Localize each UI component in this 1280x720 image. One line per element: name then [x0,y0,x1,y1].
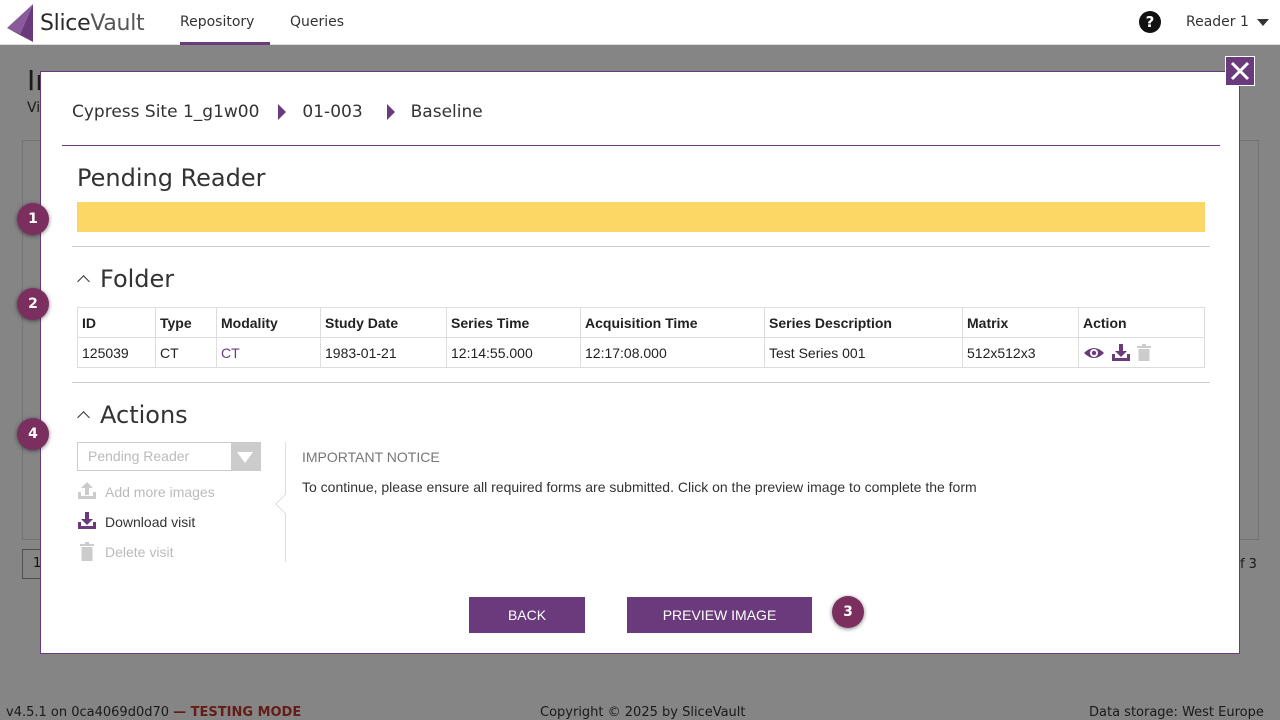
logo-icon [7,4,33,42]
divider [72,382,1210,383]
logo-text: SliceVault [40,10,145,36]
table-header-row: ID Type Modality Study Date Series Time … [77,307,1205,338]
actions-section-title: Actions [100,401,188,429]
breadcrumb-subject[interactable]: 01-003 [302,102,362,122]
breadcrumb-separator-icon [386,104,395,120]
cell-matrix: 512x512x3 [962,337,1079,368]
cell-acquisition-time: 12:17:08.000 [580,337,765,368]
status-select-value: Pending Reader [88,448,190,464]
divider [72,246,1210,247]
top-nav: SliceVault Repository Queries ? Reader 1 [0,0,1280,45]
breadcrumb-site[interactable]: Cypress Site 1_g1w00 [72,102,259,122]
column-header-series-time[interactable]: Series Time [446,307,581,338]
column-header-modality[interactable]: Modality [216,307,321,338]
preview-image-button[interactable]: PREVIEW IMAGE [627,597,812,633]
table-row: 125039 CT CT 1983-01-21 12:14:55.000 12:… [77,337,1205,368]
download-visit-link[interactable]: Download visit [77,512,195,532]
chevron-up-icon [77,275,90,288]
status-select[interactable]: Pending Reader [77,442,261,471]
step-badge-3: 3 [832,596,864,628]
chevron-down-icon [231,443,260,470]
column-header-acquisition-time[interactable]: Acquisition Time [580,307,765,338]
folder-section-toggle[interactable]: Folder [77,265,174,293]
column-header-id[interactable]: ID [77,307,156,338]
notice-heading: IMPORTANT NOTICE [302,449,440,465]
folder-table: ID Type Modality Study Date Series Time … [77,307,1205,368]
add-more-images-link[interactable]: Add more images [77,482,215,502]
step-badge-4: 4 [17,418,49,450]
tab-queries[interactable]: Queries [290,0,344,45]
cell-study-date: 1983-01-21 [320,337,447,368]
delete-visit-link[interactable]: Delete visit [77,542,173,562]
step-badge-2: 2 [17,288,49,320]
trash-icon [77,542,97,562]
user-name: Reader 1 [1186,14,1249,30]
cell-series-time: 12:14:55.000 [446,337,581,368]
notice-text: To continue, please ensure all required … [302,479,977,495]
breadcrumb-visit: Baseline [410,102,483,122]
user-menu[interactable]: Reader 1 [1186,0,1269,45]
column-header-matrix[interactable]: Matrix [962,307,1079,338]
trash-icon[interactable] [1137,344,1151,361]
upload-icon [77,482,97,502]
download-icon[interactable] [1111,343,1131,362]
cell-modality-link[interactable]: CT [216,337,321,368]
cell-type: CT [155,337,217,368]
tab-repository[interactable]: Repository [180,0,270,45]
step-badge-1: 1 [17,203,49,235]
column-header-series-description[interactable]: Series Description [764,307,963,338]
divider-pointer [275,494,295,514]
folder-section-title: Folder [100,265,175,293]
chevron-down-icon [1256,19,1269,26]
slicevault-logo[interactable]: SliceVault [4,4,145,42]
cell-actions [1078,337,1205,368]
close-icon [1230,61,1250,81]
chevron-up-icon [77,411,90,424]
eye-icon[interactable] [1083,345,1105,361]
help-icon[interactable]: ? [1139,11,1161,33]
column-header-action: Action [1078,307,1205,338]
breadcrumb: Cypress Site 1_g1w00 01-003 Baseline [72,102,483,122]
status-bar [77,202,1205,232]
divider [62,145,1220,146]
back-button[interactable]: BACK [469,597,585,633]
column-header-study-date[interactable]: Study Date [320,307,447,338]
actions-section-toggle[interactable]: Actions [77,401,188,429]
cell-id: 125039 [77,337,156,368]
visit-modal: Cypress Site 1_g1w00 01-003 Baseline Pen… [40,71,1240,654]
close-modal-button[interactable] [1225,56,1255,86]
status-title: Pending Reader [77,164,266,192]
breadcrumb-separator-icon [278,104,287,120]
cell-series-description: Test Series 001 [764,337,963,368]
download-icon [77,512,97,532]
column-header-type[interactable]: Type [155,307,217,338]
